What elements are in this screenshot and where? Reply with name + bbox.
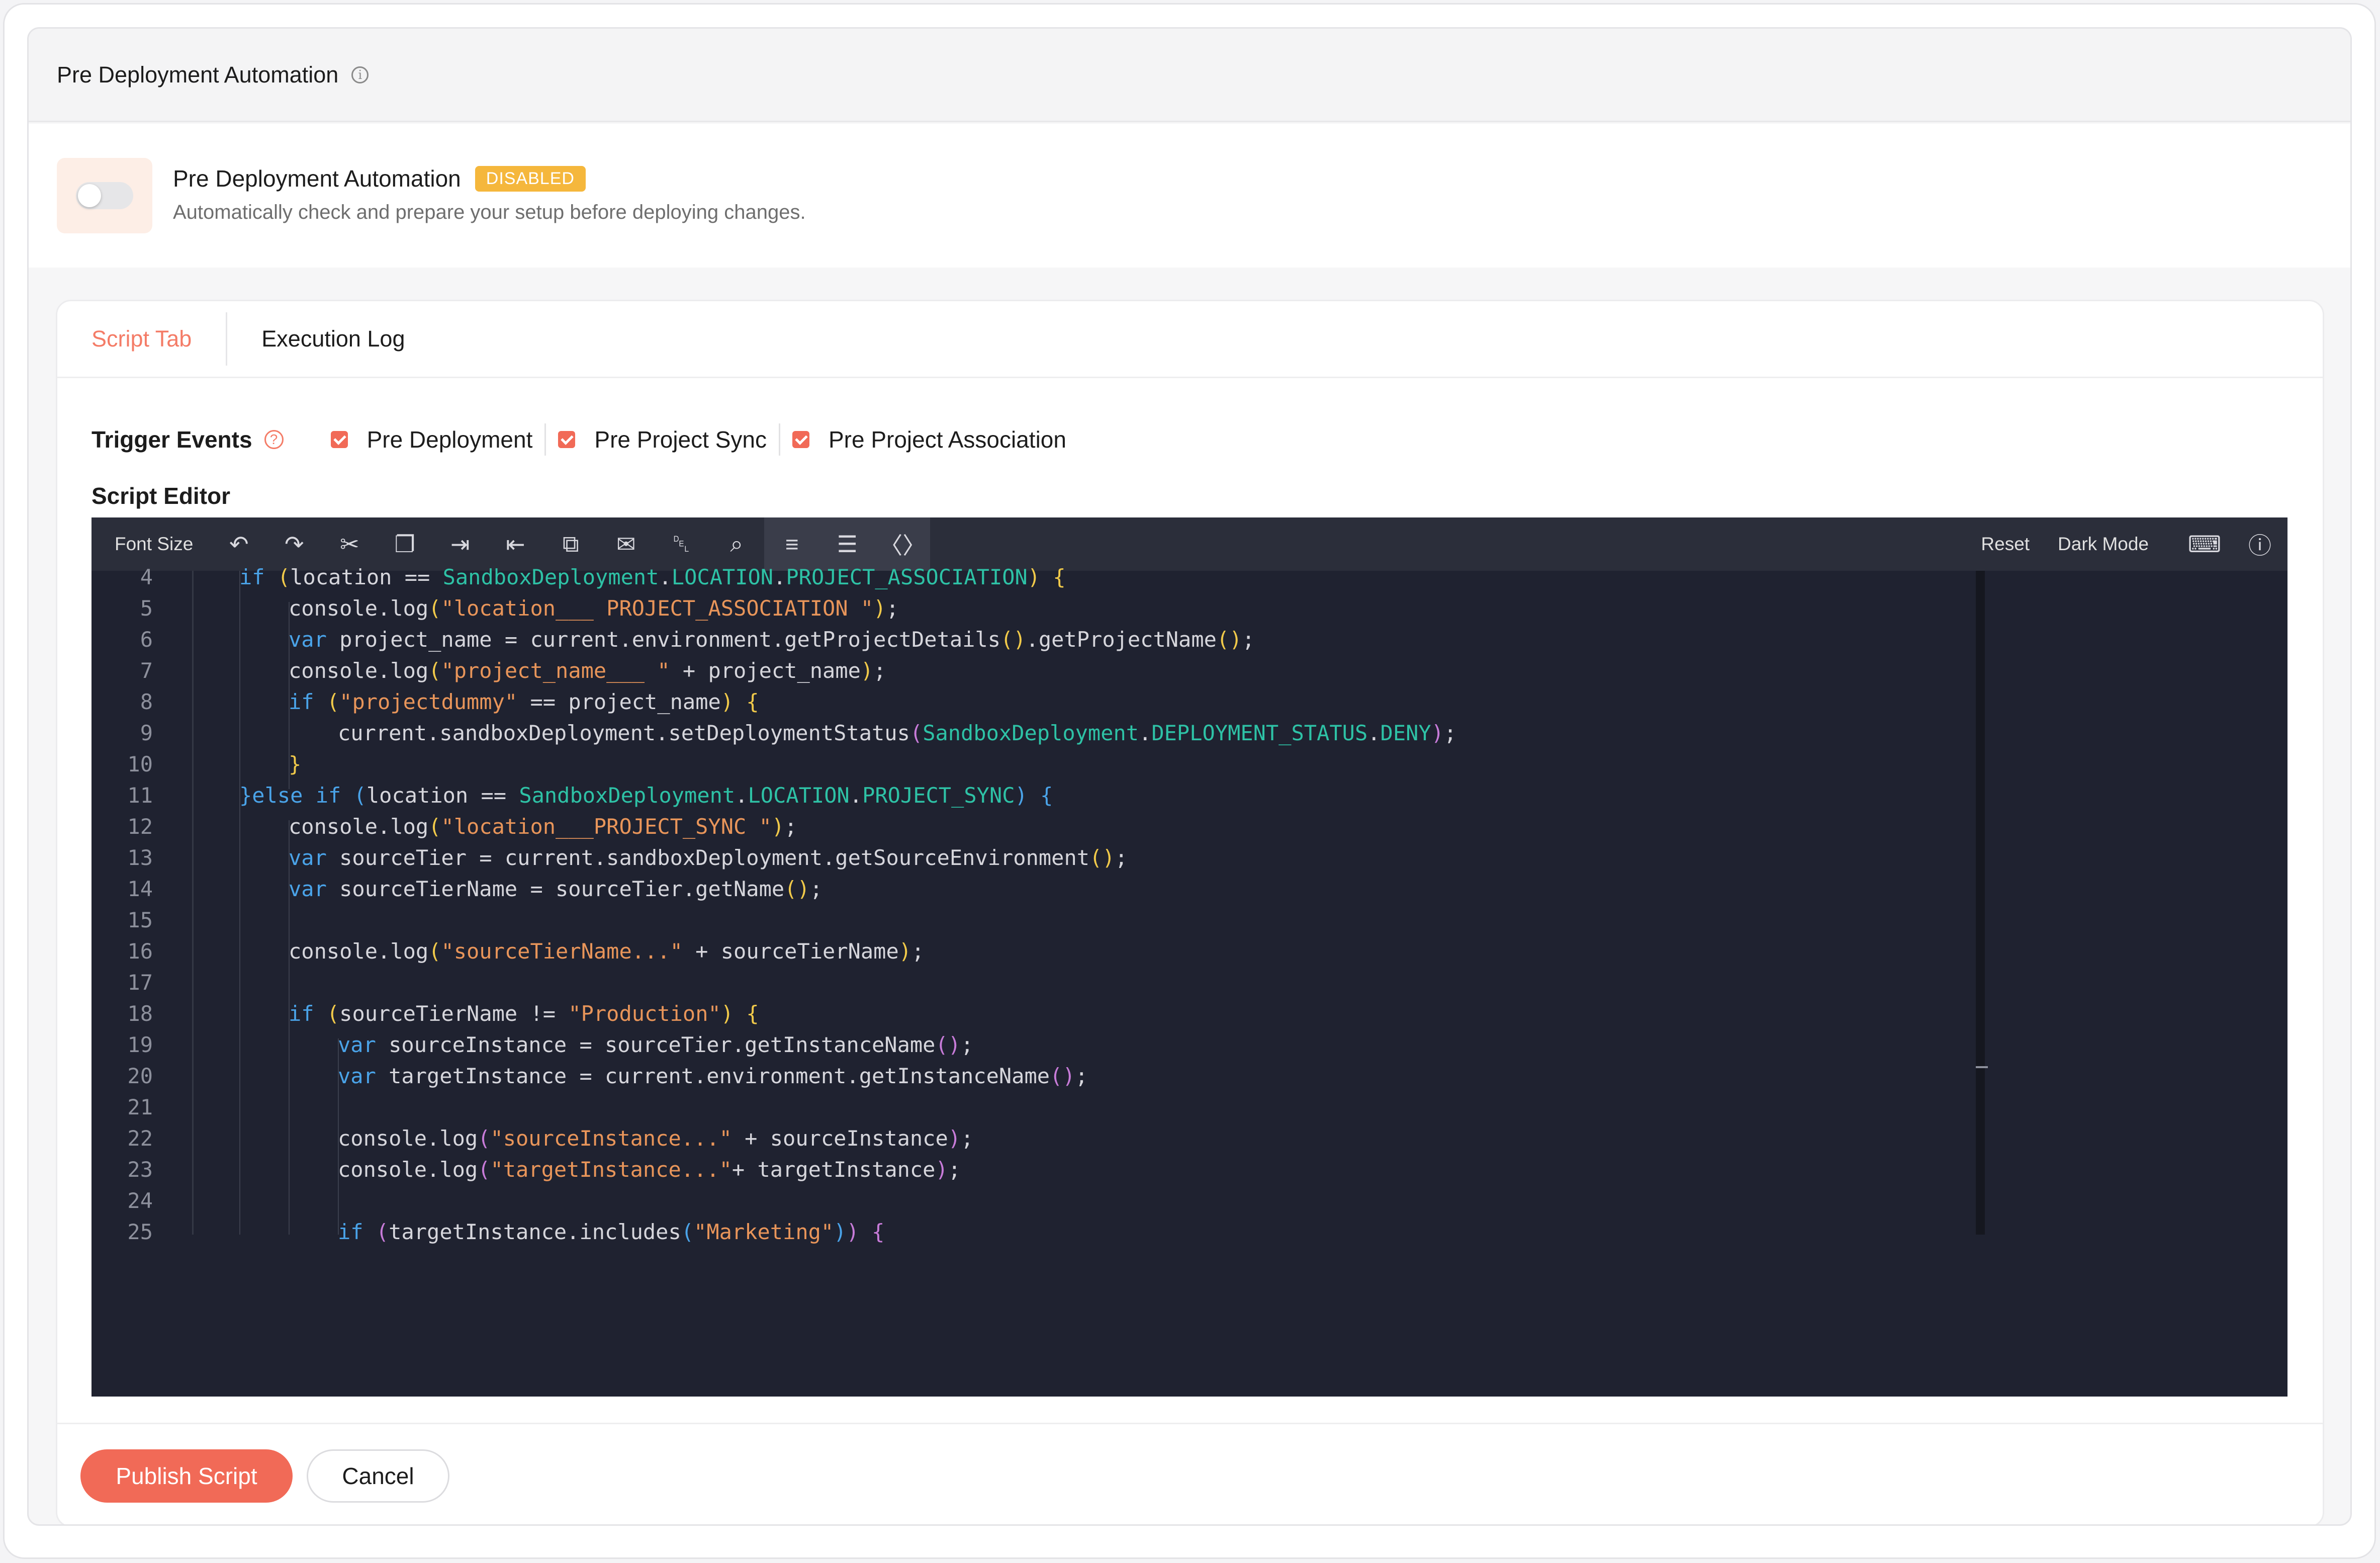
automation-title: Pre Deployment Automation xyxy=(173,165,461,192)
trigger-pre-project-association[interactable]: Pre Project Association xyxy=(792,426,1066,453)
reset-button[interactable]: Reset xyxy=(1981,534,2030,555)
gutter-divider xyxy=(192,571,194,1235)
keyboard-shortcuts-icon[interactable]: ⌨ xyxy=(2177,517,2232,571)
info-icon[interactable]: i xyxy=(351,66,369,83)
code-line: 20 var targetInstance = current.environme… xyxy=(91,1061,1087,1092)
code-line: 4 if (location == SandboxDeployment.LOCAT… xyxy=(91,562,1066,593)
tab-bar: Script Tab Execution Log xyxy=(57,301,2323,378)
font-size-button[interactable]: Font Size xyxy=(115,534,193,555)
code-text: var targetInstance = current.environment… xyxy=(338,1064,1088,1088)
code-text: console.log("project_name___ " + project… xyxy=(289,658,886,683)
panel-header: Pre Deployment Automation i xyxy=(29,29,2350,122)
page-title: Pre Deployment Automation xyxy=(57,61,339,88)
publish-script-button[interactable]: Publish Script xyxy=(80,1449,293,1503)
code-text: var sourceTier = current.sandboxDeployme… xyxy=(289,845,1128,870)
code-text: console.log("targetInstance..."+ targetI… xyxy=(338,1157,961,1182)
trigger-label: Pre Deployment xyxy=(367,426,533,453)
trigger-events-row: Trigger Events ? Pre Deployment Pre Proj… xyxy=(91,422,1066,457)
checkbox-checked-icon[interactable] xyxy=(792,431,809,448)
help-circle-icon[interactable]: ⓘ xyxy=(2232,517,2287,571)
code-text: if (location == SandboxDeployment.LOCATI… xyxy=(239,565,1066,589)
code-text: }else if (location == SandboxDeployment.… xyxy=(239,783,1053,808)
automation-description: Automatically check and prepare your set… xyxy=(173,201,806,223)
divider xyxy=(778,423,780,456)
code-line: 13 var sourceTier = current.sandboxDeploy… xyxy=(91,842,1127,874)
code-line: 22 console.log("sourceInstance..." + sour… xyxy=(91,1123,973,1154)
trigger-checkbox-group: Pre Deployment Pre Project Sync Pre Proj… xyxy=(330,423,1066,456)
checkbox-checked-icon[interactable] xyxy=(558,431,576,448)
code-text: if (targetInstance.includes("Marketing")… xyxy=(338,1220,885,1244)
editor-toolbar-right: Reset Dark Mode ⌨ ⓘ xyxy=(1981,517,2287,571)
code-text: var project_name = current.environment.g… xyxy=(289,627,1255,652)
code-line: 24 xyxy=(127,1188,153,1213)
toggle-knob xyxy=(78,184,101,207)
toggle-container xyxy=(57,158,152,233)
dark-mode-button[interactable]: Dark Mode xyxy=(2058,534,2149,555)
script-card: Script Tab Execution Log Trigger Events … xyxy=(56,300,2324,1524)
code-area[interactable]: 4 if (location == SandboxDeployment.LOCAT… xyxy=(91,565,2287,1397)
editor-scrollbar[interactable] xyxy=(1976,571,1985,1235)
trigger-events-label: Trigger Events xyxy=(91,426,252,453)
code-line: 10} xyxy=(91,749,301,780)
cursor-marker xyxy=(1976,1066,1988,1068)
code-line: 8 if ("projectdummy" == project_name) { xyxy=(91,686,759,718)
code-text: if (sourceTierName != "Production") { xyxy=(289,1001,759,1026)
code-line: 19 var sourceInstance = sourceTier.getIns… xyxy=(91,1029,973,1061)
code-line: 16 console.log("sourceTierName..." + sour… xyxy=(91,936,924,967)
code-line: 25 if (targetInstance.includes("Marketing… xyxy=(91,1217,884,1248)
trigger-label: Pre Project Association xyxy=(828,426,1066,453)
code-text: } xyxy=(289,752,302,776)
cancel-button[interactable]: Cancel xyxy=(307,1449,449,1503)
code-text: if ("projectdummy" == project_name) { xyxy=(289,689,759,714)
action-footer: Publish Script Cancel xyxy=(57,1423,2323,1524)
code-text: var sourceTierName = sourceTier.getName(… xyxy=(289,877,823,901)
code-line: 15 xyxy=(127,908,153,932)
code-line: 18 if (sourceTierName != "Production") { xyxy=(91,998,759,1029)
code-line: 21 xyxy=(127,1095,153,1119)
code-line: 6 var project_name = current.environment.… xyxy=(91,624,1255,655)
code-text: console.log("location___ PROJECT_ASSOCIA… xyxy=(289,596,899,621)
code-line: 11}else if (location == SandboxDeploymen… xyxy=(91,780,1053,811)
code-line: 7 console.log("project_name___ " + projec… xyxy=(91,655,886,686)
code-line: 23 console.log("targetInstance..."+ targe… xyxy=(91,1154,961,1185)
trigger-label: Pre Project Sync xyxy=(594,426,767,453)
code-line: 14 var sourceTierName = sourceTier.getNam… xyxy=(91,874,822,905)
tab-script[interactable]: Script Tab xyxy=(57,301,226,377)
code-editor[interactable]: Font Size ↶ ↷ ✂ ❐ ⇥ ⇤ ⧉ ✉ ␡ ⌕ ≡ ☰ 〈〉 Res… xyxy=(91,517,2287,1397)
code-line: 5 console.log("location___ PROJECT_ASSOCI… xyxy=(91,593,899,624)
code-line: 9 current.sandboxDeployment.setDeployment… xyxy=(91,718,1457,749)
code-line: 17 xyxy=(127,970,153,995)
code-text: console.log("sourceInstance..." + source… xyxy=(338,1126,974,1151)
code-text: current.sandboxDeployment.setDeploymentS… xyxy=(338,721,1457,745)
checkbox-checked-icon[interactable] xyxy=(330,431,348,448)
trigger-pre-project-sync[interactable]: Pre Project Sync xyxy=(558,426,767,453)
status-badge: DISABLED xyxy=(475,165,586,192)
indent-guide xyxy=(239,571,240,1235)
automation-status-section: Pre Deployment Automation DISABLED Autom… xyxy=(29,124,2350,268)
automation-panel: Pre Deployment Automation i Pre Deployme… xyxy=(27,27,2352,1526)
automation-toggle[interactable] xyxy=(76,182,133,209)
code-line: 12 console.log("location___PROJECT_SYNC "… xyxy=(91,811,797,842)
tab-execution-log[interactable]: Execution Log xyxy=(227,301,439,377)
automation-title-row: Pre Deployment Automation DISABLED xyxy=(173,165,586,192)
code-text: console.log("location___PROJECT_SYNC "); xyxy=(289,814,797,839)
code-text: var sourceInstance = sourceTier.getInsta… xyxy=(338,1032,974,1057)
code-text: console.log("sourceTierName..." + source… xyxy=(289,939,925,964)
divider xyxy=(544,423,546,456)
trigger-pre-deployment[interactable]: Pre Deployment xyxy=(330,426,533,453)
script-editor-label: Script Editor xyxy=(91,483,231,509)
help-icon[interactable]: ? xyxy=(264,430,284,449)
